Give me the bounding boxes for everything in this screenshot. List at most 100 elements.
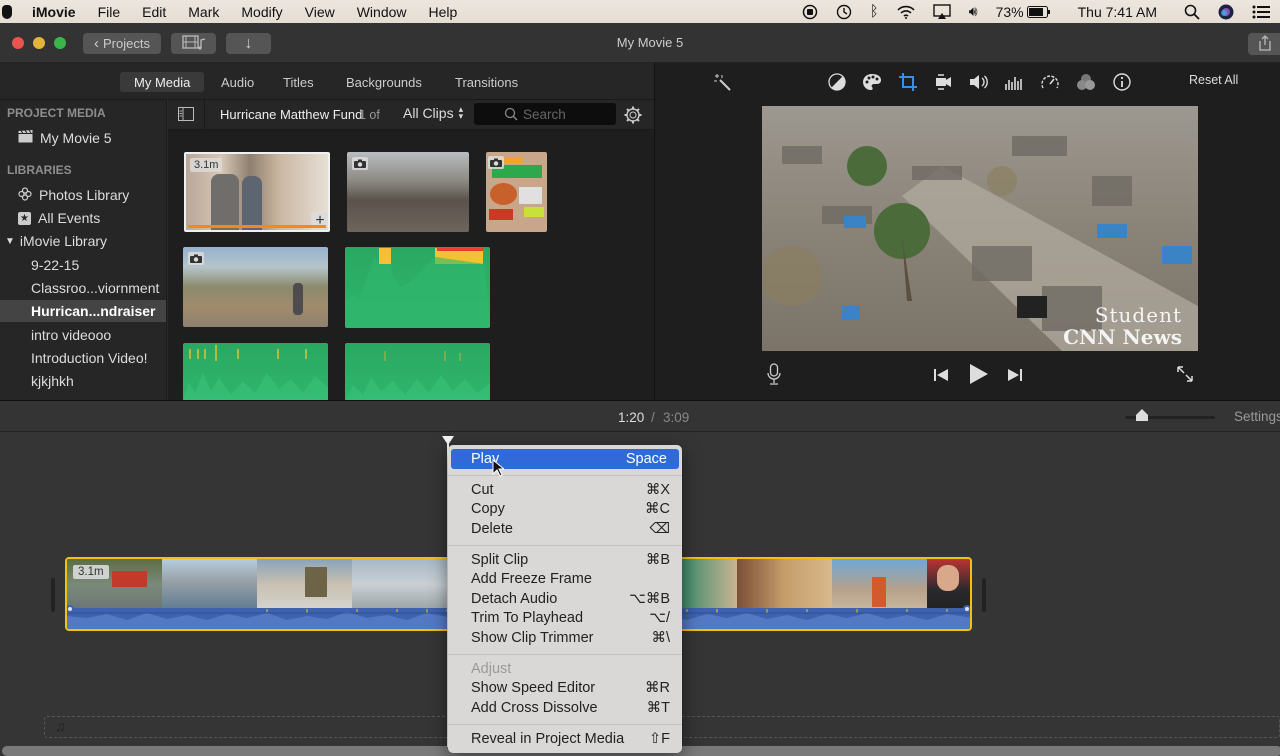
video-preview[interactable]: Student CNN News [762, 106, 1198, 351]
tab-my-media[interactable]: My Media [120, 72, 205, 92]
timeline-settings-button[interactable]: Settings [1234, 409, 1280, 424]
timeline-zoom-slider[interactable] [1125, 409, 1215, 421]
fade-in-handle[interactable] [67, 605, 74, 613]
media-audio-clip[interactable] [345, 343, 490, 401]
menu-item-reveal-in-project-media[interactable]: Reveal in Project Media ⇧F [448, 729, 682, 749]
menu-item-delete[interactable]: Delete ⌫ [448, 519, 682, 539]
play-button[interactable] [968, 362, 990, 391]
menu-item-detach-audio[interactable]: Detach Audio ⌥⌘B [448, 589, 682, 609]
media-import-toggle-button[interactable] [171, 33, 216, 54]
media-photo-thumbnail[interactable] [183, 247, 328, 327]
sidebar-item-label: Hurrican...ndraiser [31, 303, 156, 319]
menu-view[interactable]: View [305, 4, 335, 20]
video-overlay-circles-icon[interactable] [1075, 71, 1097, 93]
speed-gauge-icon[interactable] [1039, 71, 1061, 93]
menu-edit[interactable]: Edit [142, 4, 166, 20]
fade-out-handle[interactable] [963, 605, 970, 613]
status-menu: ᛒ 🔊︎ 73% Thu 7:41 AM [793, 0, 1280, 23]
search-input[interactable]: Search [474, 103, 616, 125]
sidebar-item-project[interactable]: My Movie 5 [0, 127, 166, 149]
media-audio-clip[interactable] [183, 343, 328, 401]
menu-item-add-freeze-frame[interactable]: Add Freeze Frame [448, 570, 682, 590]
spotlight-icon[interactable] [1184, 4, 1200, 20]
menu-item-copy[interactable]: Copy ⌘C [448, 500, 682, 520]
bluetooth-icon[interactable]: ᛒ [870, 3, 879, 20]
import-button[interactable]: ↓ [226, 33, 271, 54]
time-machine-icon[interactable] [836, 4, 852, 20]
menu-item-cut[interactable]: Cut ⌘X [448, 480, 682, 500]
tab-backgrounds[interactable]: Backgrounds [332, 72, 436, 92]
media-clip-thumbnail-selected[interactable]: 3.1m + [184, 152, 330, 232]
menu-help[interactable]: Help [429, 4, 458, 20]
battery-icon[interactable] [1026, 5, 1051, 18]
total-duration: 3:09 [663, 410, 690, 425]
color-correction-palette-icon[interactable] [861, 71, 883, 93]
close-window-button[interactable] [12, 37, 24, 49]
menu-app-name[interactable]: iMovie [32, 4, 76, 20]
equalizer-icon[interactable] [1003, 71, 1025, 93]
airplay-icon[interactable] [933, 3, 951, 20]
share-button[interactable] [1248, 33, 1280, 55]
sidebar-event[interactable]: Introduction Video! [0, 347, 166, 369]
color-balance-icon[interactable] [826, 71, 848, 93]
clip-info-icon[interactable] [1111, 71, 1133, 93]
sidebar-event[interactable]: intro videooo [0, 324, 166, 346]
clock[interactable]: Thu 7:41 AM [1078, 4, 1157, 20]
timeline-right-handle[interactable] [982, 578, 986, 612]
skip-forward-button[interactable] [1007, 367, 1023, 388]
tab-audio[interactable]: Audio [207, 72, 268, 92]
menu-modify[interactable]: Modify [241, 4, 282, 20]
reset-all-button[interactable]: Reset All [1189, 73, 1238, 87]
siri-icon[interactable] [1218, 4, 1234, 20]
media-flyer-thumbnail[interactable] [486, 152, 547, 232]
menu-file[interactable]: File [98, 4, 121, 20]
clip-filter-select[interactable]: All Clips ▴ ▾ [403, 105, 463, 122]
sidebar-event-selected[interactable]: Hurrican...ndraiser [0, 300, 166, 322]
tab-titles[interactable]: Titles [269, 72, 328, 92]
project-media-header: PROJECT MEDIA [7, 106, 106, 120]
magic-wand-icon[interactable] [711, 71, 733, 93]
menu-item-trim-to-playhead[interactable]: Trim To Playhead ⌥/ [448, 609, 682, 629]
zoom-window-button[interactable] [54, 37, 66, 49]
sidebar-item-imovie-library[interactable]: ▼ iMovie Library [0, 230, 166, 252]
sidebar-item-label: 9-22-15 [31, 257, 80, 273]
media-audio-clip[interactable] [345, 247, 490, 328]
skip-back-button[interactable] [933, 367, 949, 388]
window-title: My Movie 5 [616, 35, 684, 50]
crop-icon[interactable] [897, 71, 919, 93]
volume-icon[interactable]: 🔊︎ [969, 3, 978, 20]
sidebar-item-photos-library[interactable]: Photos Library [0, 184, 166, 206]
stabilization-camera-icon[interactable] [932, 71, 954, 93]
slider-thumb[interactable] [1136, 408, 1148, 421]
menu-item-show-clip-trimmer[interactable]: Show Clip Trimmer ⌘\ [448, 628, 682, 648]
menu-item-show-speed-editor[interactable]: Show Speed Editor ⌘R [448, 679, 682, 699]
timeline-toolbar: 1:20 / 3:09 Settings [0, 400, 1280, 432]
menu-item-label: Show Speed Editor [471, 680, 596, 697]
browser-settings-gear-icon[interactable] [624, 106, 642, 129]
sidebar-event[interactable]: kjkjhkh [0, 370, 166, 392]
menu-item-add-cross-dissolve[interactable]: Add Cross Dissolve ⌘T [448, 698, 682, 718]
menu-item-split-clip[interactable]: Split Clip ⌘B [448, 550, 682, 570]
voiceover-microphone-icon[interactable] [767, 363, 781, 390]
menu-window[interactable]: Window [357, 4, 407, 20]
menu-mark[interactable]: Mark [188, 4, 219, 20]
notification-center-icon[interactable] [1252, 5, 1270, 19]
timeline-left-handle[interactable] [51, 578, 55, 612]
screen-record-icon[interactable] [802, 4, 818, 20]
wifi-icon[interactable] [897, 5, 915, 19]
volume-icon[interactable] [968, 71, 990, 93]
viewer-panel: Reset All Student CNN News [654, 63, 1280, 400]
sidebar-toggle-icon[interactable] [178, 107, 194, 126]
disclosure-triangle-icon[interactable]: ▼ [5, 236, 15, 247]
tab-transitions[interactable]: Transitions [441, 72, 532, 92]
fullscreen-expand-icon[interactable] [1176, 365, 1194, 388]
sidebar-item-all-events[interactable]: ★ All Events [0, 207, 166, 229]
minimize-window-button[interactable] [33, 37, 45, 49]
sidebar-event[interactable]: Classroo...viornment [0, 277, 166, 299]
menu-item-play[interactable]: Play Space [451, 449, 679, 469]
media-photo-thumbnail[interactable] [347, 152, 469, 232]
projects-button[interactable]: ‹ Projects [83, 33, 161, 54]
clip-duration-badge: 3.1m [73, 565, 109, 579]
sidebar-event[interactable]: 9-22-15 [0, 254, 166, 276]
apple-menu-icon[interactable] [2, 4, 12, 19]
